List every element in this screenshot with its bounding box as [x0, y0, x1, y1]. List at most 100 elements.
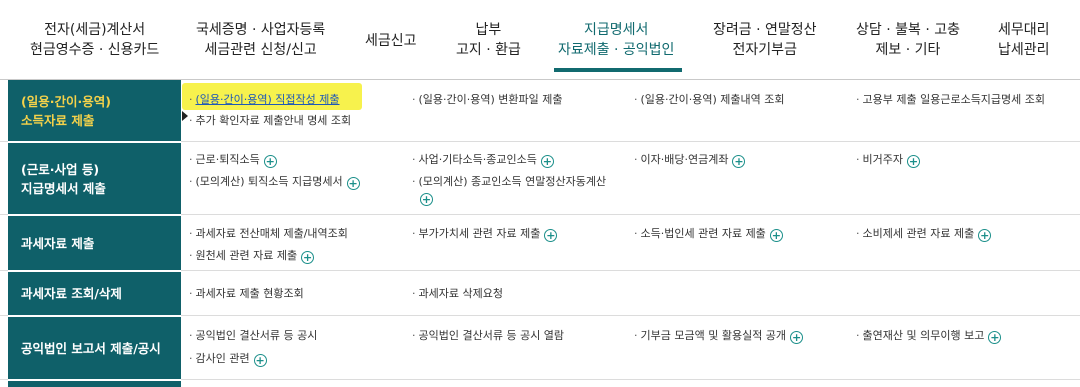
- menu-link[interactable]: · 이자·배당·연금계좌 +: [634, 152, 746, 168]
- nav-tab-line1: 상담 · 불복 · 고충: [856, 22, 960, 38]
- menu-link[interactable]: · 공익법인 결산서류 등 공시 열람: [412, 328, 564, 344]
- menu-link-label: 출연재산 및 의무이행 보고: [862, 329, 985, 342]
- nav-tab-line2: 고지 · 환급: [456, 42, 521, 58]
- menu-row: 공익법인 보고서 제출/공시 · 공익법인 결산서류 등 공시 · 공익법인 결산서…: [0, 317, 1080, 379]
- row-heading-line1: (근로·사업 등): [21, 161, 100, 177]
- menu-link[interactable]: · 과세자료 제출 현황조회: [189, 286, 304, 302]
- row-heading-line1: 과세자료 조회/삭제: [21, 286, 122, 301]
- row-links: · 근로·퇴직소득 + · 사업·기타소득·종교인소득 + · 이자·배당·연금계좌 + ·…: [181, 143, 1080, 214]
- menu-link[interactable]: · 출연재산 및 의무이행 보고 +: [856, 328, 1002, 344]
- menu-link-label: 공익법인 결산서류 등 공시 열람: [418, 329, 565, 342]
- nav-tab-line1: 지급명세서: [583, 22, 649, 38]
- menu-row: (근로·사업 등) 지급명세서 제출 · 근로·퇴직소득 + · 사업·기타소득·종교…: [0, 143, 1080, 214]
- menu-link-label: 과세자료 삭제요청: [418, 287, 503, 300]
- menu-link-label: 사업·기타소득·종교인소득: [418, 153, 537, 166]
- menu-link[interactable]: · 부가가치세 관련 자료 제출 +: [412, 226, 558, 242]
- menu-link-label: 근로·퇴직소득: [195, 153, 260, 166]
- row-heading[interactable]: 과세자료 조회/삭제: [8, 272, 181, 315]
- active-tab-underline: [554, 68, 682, 72]
- row-links: · 과세자료 제출 현황조회 · 과세자료 삭제요청: [181, 272, 1080, 315]
- row-links: · 과세자료 전산매체 제출/내역조회 · 부가가치세 관련 자료 제출 + · 소득·…: [181, 216, 1080, 270]
- menu-link[interactable]: · (일용·간이·용역) 제출내역 조회: [634, 92, 785, 108]
- row-heading[interactable]: (근로·사업 등) 지급명세서 제출: [8, 143, 181, 214]
- expand-plus-icon[interactable]: +: [790, 331, 804, 344]
- expand-plus-icon[interactable]: +: [988, 331, 1002, 344]
- expand-plus-icon[interactable]: +: [346, 177, 360, 190]
- nav-tab-payment[interactable]: 납부 고지 · 환급: [456, 20, 521, 60]
- row-heading-line1: 과세자료 제출: [21, 235, 95, 251]
- expand-plus-icon[interactable]: +: [906, 155, 920, 168]
- expand-plus-icon[interactable]: +: [540, 155, 554, 168]
- row-links: · (일용·간이·용역) 직접작성 제출 · (일용·간이·용역) 변환파일 제출 …: [181, 80, 1080, 141]
- menu-link[interactable]: · 과세자료 전산매체 제출/내역조회: [189, 226, 348, 242]
- menu-link-label: 이자·배당·연금계좌: [640, 153, 729, 166]
- row-heading-line2: 지급명세서 제출: [21, 180, 106, 196]
- nav-tab-line1: 납부: [475, 22, 502, 38]
- nav-tab-tax-agent[interactable]: 세무대리 납세관리: [998, 20, 1050, 60]
- nav-tab-tax-filing[interactable]: 세금신고: [365, 31, 417, 51]
- expand-plus-icon[interactable]: +: [769, 229, 783, 242]
- nav-tab-line1: 세무대리: [998, 22, 1050, 38]
- nav-tab-consultation[interactable]: 상담 · 불복 · 고충 제보 · 기타: [856, 20, 960, 60]
- menu-link[interactable]: · (일용·간이·용역) 직접작성 제출: [189, 92, 340, 108]
- menu-link-label: (일용·간이·용역) 직접작성 제출: [195, 93, 340, 106]
- menu-link[interactable]: · 소비제세 관련 자료 제출 +: [856, 226, 992, 242]
- menu-link[interactable]: · 사업·기타소득·종교인소득 +: [412, 152, 554, 168]
- menu-row-links: · (일용·간이·용역) 직접작성 제출 · (일용·간이·용역) 변환파일 제출 …: [0, 80, 1080, 141]
- nav-tab-line1: 전자(세금)계산서: [44, 22, 146, 38]
- row-heading[interactable]: 공익법인 보고서 제출/공시: [8, 317, 181, 379]
- menu-row: 과세자료 조회/삭제 · 과세자료 제출 현황조회 · 과세자료 삭제요청: [0, 272, 1080, 315]
- menu-link[interactable]: · 소득·법인세 관련 자료 제출 +: [634, 226, 783, 242]
- nav-tab-line2: 자료제출 · 공익법인: [558, 42, 675, 58]
- row-heading-partial: [8, 381, 181, 387]
- expand-plus-icon[interactable]: +: [978, 229, 992, 242]
- row-heading-line1: 공익법인 보고서 제출/공시: [21, 340, 161, 356]
- expand-plus-icon[interactable]: +: [253, 354, 267, 367]
- expand-plus-icon[interactable]: +: [544, 229, 558, 242]
- nav-tab-payment-statement[interactable]: 지급명세서 자료제출 · 공익법인: [558, 20, 674, 60]
- menu-link-label: 부가가치세 관련 자료 제출: [418, 227, 541, 240]
- nav-tab-e-invoice[interactable]: 전자(세금)계산서 현금영수증 · 신용카드: [30, 20, 159, 60]
- menu-link[interactable]: · (일용·간이·용역) 변환파일 제출: [412, 92, 563, 108]
- menu-link-label: 고용부 제출 일용근로소득지급명세 조회: [862, 93, 1046, 106]
- menu-link-label: 추가 확인자료 제출안내 명세 조회: [195, 114, 352, 127]
- menu-link-label: 과세자료 제출 현황조회: [195, 287, 304, 300]
- menu-link-label: 원천세 관련 자료 제출: [195, 249, 298, 262]
- row-links: · 공익법인 결산서류 등 공시 · 공익법인 결산서류 등 공시 열람 · 기부금 …: [181, 317, 1080, 379]
- menu-link[interactable]: · 추가 확인자료 제출안내 명세 조회: [189, 113, 351, 129]
- nav-tab-line2: 세금관련 신청/신고: [204, 42, 317, 58]
- menu-link[interactable]: · 원천세 관련 자료 제출 +: [189, 248, 315, 264]
- top-navigation: 전자(세금)계산서 현금영수증 · 신용카드 국세증명 · 사업자등록 세금관련…: [0, 0, 1080, 80]
- menu-link[interactable]: · 고용부 제출 일용근로소득지급명세 조회: [856, 92, 1045, 108]
- menu-link-label: (일용·간이·용역) 제출내역 조회: [640, 93, 785, 106]
- nav-tab-line2: 납세관리: [998, 42, 1050, 58]
- menu-link[interactable]: · 기부금 모금액 및 활용실적 공개 +: [634, 328, 804, 344]
- nav-tab-line2: 전자기부금: [732, 42, 797, 58]
- menu-link[interactable]: · (모의계산) 퇴직소득 지급명세서 +: [189, 174, 360, 190]
- menu-link[interactable]: · 과세자료 삭제요청: [412, 286, 503, 302]
- menu-link-label: (모의계산) 종교인소득 연말정산자동계산: [418, 175, 607, 188]
- expand-plus-icon[interactable]: +: [301, 251, 315, 264]
- nav-tab-line1: 장려금 · 연말정산: [713, 22, 817, 38]
- menu-link-label: 공익법인 결산서류 등 공시: [195, 329, 318, 342]
- menu-link[interactable]: · 근로·퇴직소득 +: [189, 152, 277, 168]
- menu-link-label: 비거주자: [862, 153, 903, 166]
- nav-tab-line2: 제보 · 기타: [875, 42, 941, 58]
- menu-link-label: 기부금 모금액 및 활용실적 공개: [640, 329, 787, 342]
- menu-link[interactable]: · (모의계산) 종교인소득 연말정산자동계산 +: [412, 174, 606, 206]
- menu-link[interactable]: · 비거주자 +: [856, 152, 920, 168]
- expand-plus-icon[interactable]: +: [420, 193, 433, 206]
- nav-tab-line2: 현금영수증 · 신용카드: [30, 42, 160, 58]
- menu-link[interactable]: · 공익법인 결산서류 등 공시: [189, 328, 317, 344]
- nav-tab-incentives[interactable]: 장려금 · 연말정산 전자기부금: [713, 20, 817, 60]
- row-heading[interactable]: 과세자료 제출: [8, 216, 181, 270]
- nav-tab-line1: 세금신고: [365, 33, 417, 49]
- menu-link-label: 소득·법인세 관련 자료 제출: [640, 227, 766, 240]
- expand-plus-icon[interactable]: +: [732, 155, 746, 168]
- menu-link-label: (일용·간이·용역) 변환파일 제출: [418, 93, 563, 106]
- expand-plus-icon[interactable]: +: [263, 155, 277, 168]
- menu-link[interactable]: · 감사인 관련 +: [189, 351, 267, 367]
- menu-link-label: 과세자료 전산매체 제출/내역조회: [195, 227, 348, 240]
- menu-link-label: 소비제세 관련 자료 제출: [862, 227, 975, 240]
- nav-tab-certificates[interactable]: 국세증명 · 사업자등록 세금관련 신청/신고: [196, 20, 325, 60]
